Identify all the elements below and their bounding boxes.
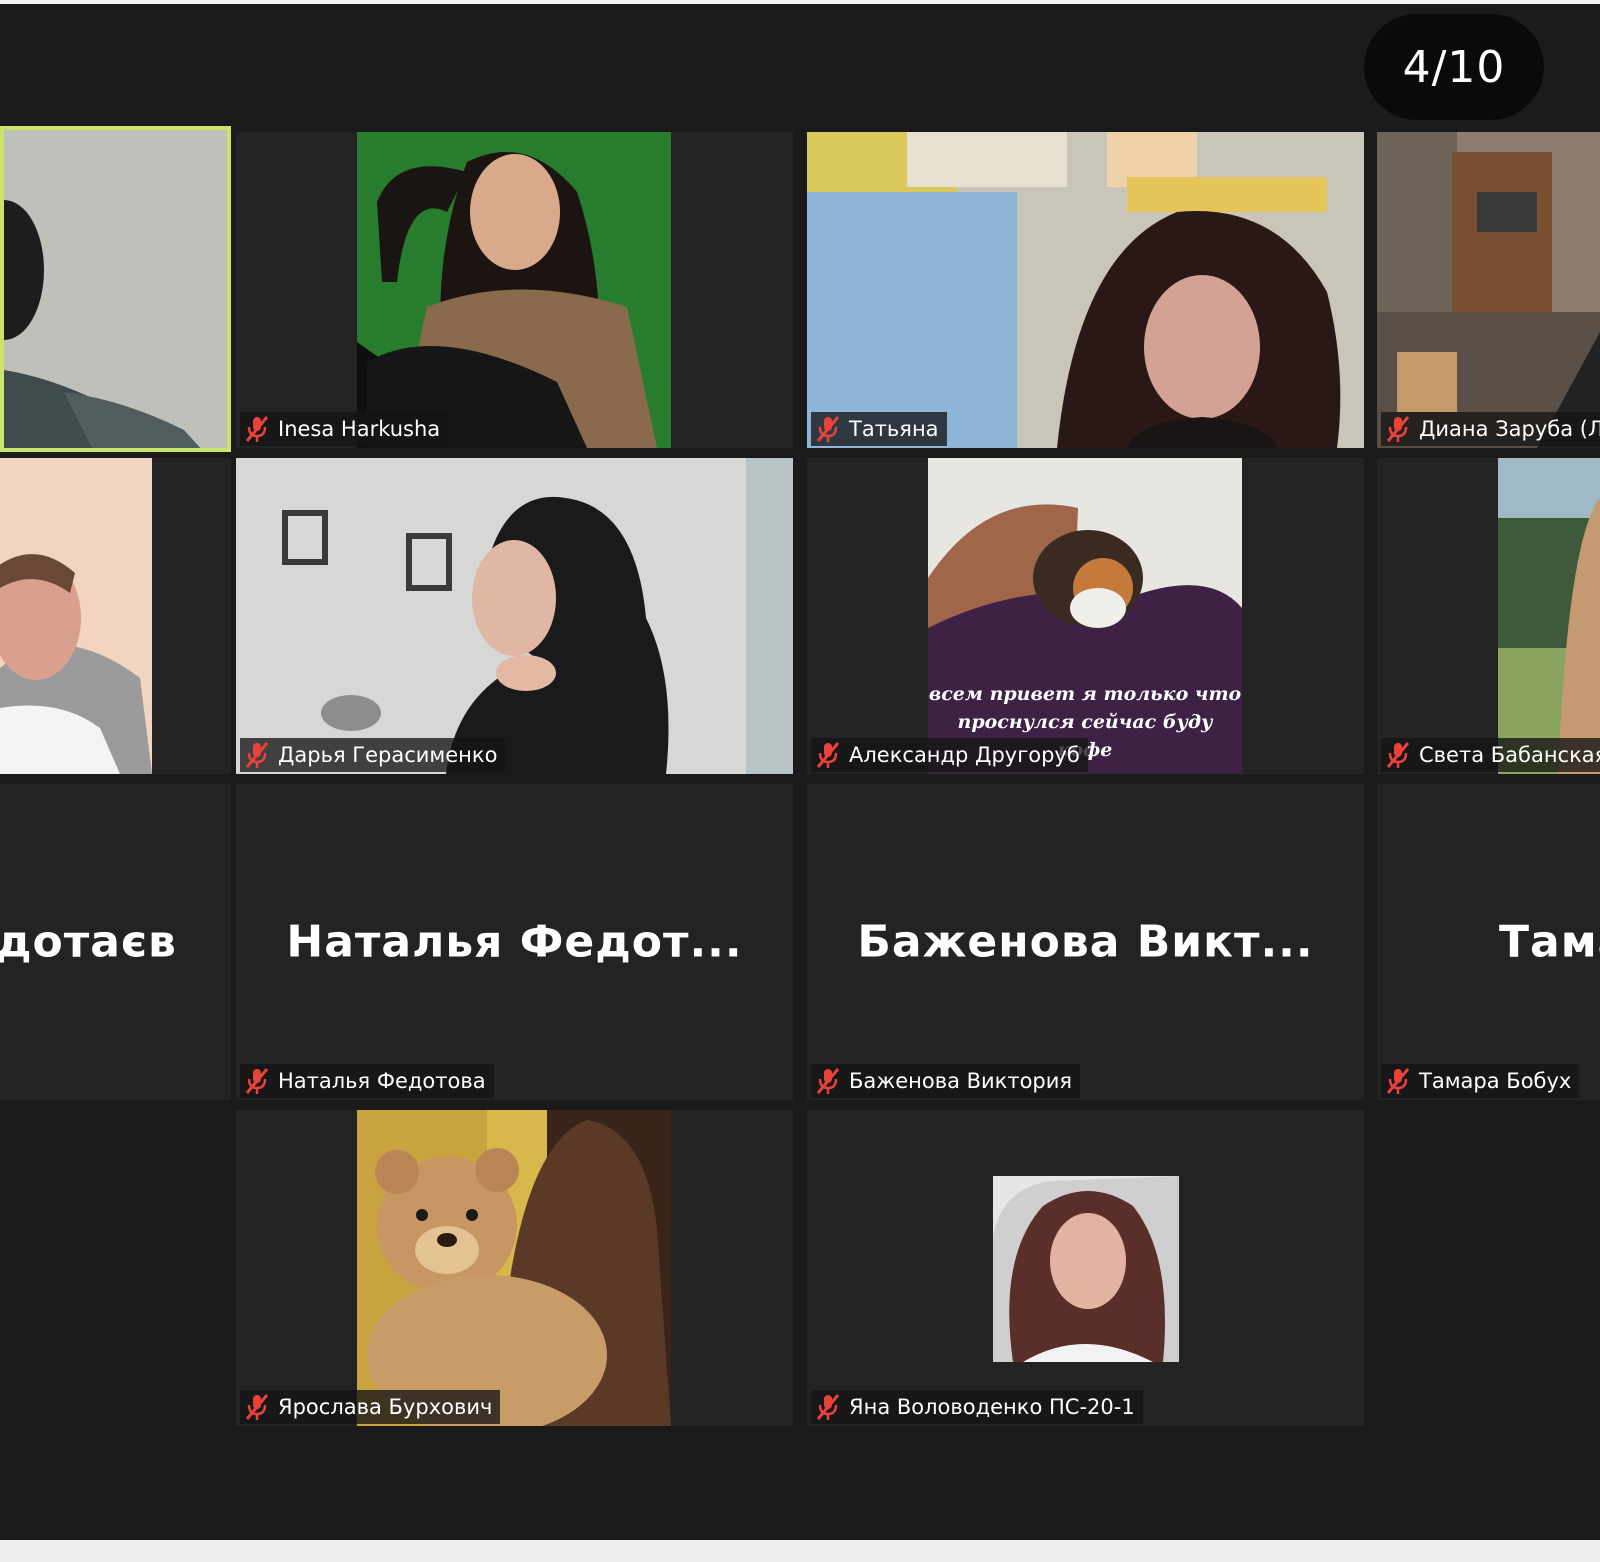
participant-name-tag: Тамара Бобух: [1381, 1064, 1580, 1098]
participant-name-tag: Яна Воловоденко ПС-20-1: [811, 1390, 1143, 1424]
video-tile[interactable]: Татьяна: [807, 132, 1364, 448]
participant-name: Дарья Герасименко: [278, 743, 498, 767]
mic-muted-icon: [245, 416, 269, 442]
video-tile[interactable]: Диана Заруба (Л: [1377, 132, 1600, 448]
video-tile[interactable]: [0, 458, 231, 774]
participant-name-tag: Диана Заруба (Л: [1381, 412, 1600, 446]
participant-video: [236, 458, 793, 774]
mic-muted-icon: [816, 742, 840, 768]
mic-muted-icon: [245, 742, 269, 768]
participant-video: [357, 132, 671, 448]
video-tile[interactable]: Света Бабанская: [1377, 458, 1600, 774]
participant-video: [807, 132, 1364, 448]
participant-name-tag: Татьяна: [811, 412, 947, 446]
video-tile[interactable]: Яна Воловоденко ПС-20-1: [807, 1110, 1364, 1426]
participant-name-tag: Ярослава Бурхович: [240, 1390, 501, 1424]
avatar-tile[interactable]: Наталья Федот... Наталья Федотова: [236, 784, 793, 1100]
mic-muted-icon: [245, 1068, 269, 1094]
participant-name: Татьяна: [849, 417, 939, 441]
participant-avatar-name: дотаєв: [0, 916, 177, 968]
participant-name: Баженова Виктория: [849, 1069, 1073, 1093]
video-tile[interactable]: Ярослава Бурхович: [236, 1110, 793, 1426]
participant-name-tag: Света Бабанская: [1381, 738, 1600, 772]
participant-name: Света Бабанская: [1419, 743, 1600, 767]
avatar-tile[interactable]: Баженова Викт... Баженова Виктория: [807, 784, 1364, 1100]
participant-video: всем привет я только что проснулся сейча…: [928, 458, 1242, 774]
mic-muted-icon: [1386, 742, 1410, 768]
video-tile[interactable]: Inesa Harkusha: [236, 132, 793, 448]
mic-muted-icon: [1386, 416, 1410, 442]
video-tile[interactable]: Дарья Герасименко: [236, 458, 793, 774]
participant-name: Тамара Бобух: [1419, 1069, 1572, 1093]
screen-edge: [0, 1540, 1600, 1562]
participant-name-tag: Inesa Harkusha: [240, 412, 449, 446]
participant-name: Диана Заруба (Л: [1419, 417, 1600, 441]
caption-line: проснулся сейчас буду: [957, 711, 1213, 733]
participant-video: [357, 1110, 671, 1426]
participant-avatar-name: Наталья Федот...: [286, 916, 743, 968]
participant-name-tag: Дарья Герасименко: [240, 738, 506, 772]
avatar-tile[interactable]: дотаєв: [0, 784, 231, 1100]
mic-muted-icon: [816, 416, 840, 442]
participant-avatar-name: Баженова Викт...: [857, 916, 1314, 968]
participant-name: Наталья Федотова: [278, 1069, 486, 1093]
participant-name: Яна Воловоденко ПС-20-1: [849, 1395, 1135, 1419]
participant-name: Ярослава Бурхович: [278, 1395, 493, 1419]
video-tile[interactable]: всем привет я только что проснулся сейча…: [807, 458, 1364, 774]
avatar-tile[interactable]: Тама Тамара Бобух: [1377, 784, 1600, 1100]
mic-muted-icon: [816, 1068, 840, 1094]
page-indicator[interactable]: 4/10: [1364, 14, 1544, 120]
top-bar: [0, 0, 1600, 125]
participant-video: [0, 458, 152, 774]
mic-muted-icon: [245, 1394, 269, 1420]
participant-video: [1498, 458, 1600, 774]
participant-video: [4, 130, 227, 448]
participant-name: Inesa Harkusha: [278, 417, 441, 441]
participant-video: [993, 1176, 1179, 1362]
mic-muted-icon: [1386, 1068, 1410, 1094]
mic-muted-icon: [816, 1394, 840, 1420]
caption-line: всем привет я только что: [928, 683, 1242, 705]
participant-name-tag: Наталья Федотова: [240, 1064, 494, 1098]
participant-video: [1377, 132, 1600, 448]
video-tile-active-speaker[interactable]: [0, 126, 231, 452]
participant-name-tag: Баженова Виктория: [811, 1064, 1081, 1098]
participant-name-tag: Александр Другоруб: [811, 738, 1088, 772]
participant-avatar-name: Тама: [1499, 916, 1600, 968]
participant-name: Александр Другоруб: [849, 743, 1080, 767]
